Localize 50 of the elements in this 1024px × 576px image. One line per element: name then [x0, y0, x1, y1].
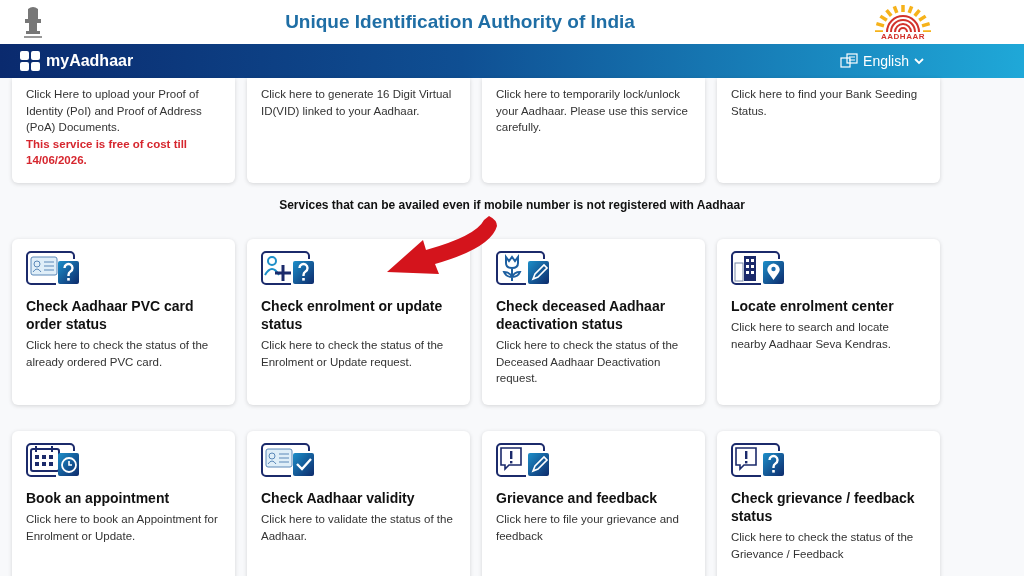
card-description: Click here to generate 16 Digit Virtual ID(VID) linked to your Aadhaar. — [261, 87, 453, 119]
speech-bubble-pencil-icon — [496, 443, 550, 477]
language-selector[interactable]: English — [840, 53, 924, 69]
card-title: Check deceased Aadhaar deactivation status — [496, 297, 667, 333]
card-description: Click here to book an Appointment for Enrolment or Update. — [26, 512, 219, 544]
section-heading: Services that can be availed even if mobile number is not registered with Aadhaar — [278, 198, 746, 212]
chevron-down-icon — [914, 57, 924, 65]
service-card[interactable]: Check Aadhaar PVC card order status Click here to check the status of the already ordered PVC card. — [12, 239, 235, 405]
card-description: Click here to check the status of the Deceased Aadhaar Deactivation request. — [496, 338, 680, 386]
logo-text: AADHAAR — [881, 31, 925, 41]
card-description: Click here to check the status of the Enrolment or Update request. — [261, 338, 445, 370]
id-card-check-icon — [261, 443, 315, 477]
person-plus-question-icon — [261, 251, 315, 285]
service-card[interactable]: Locate enrolment center Click here to search and locate nearby Aadhaar Seva Kendras. — [717, 239, 940, 405]
service-card[interactable]: Click here to find your Bank Seeding Status. — [717, 78, 940, 183]
card-title: Grievance and feedback — [496, 489, 659, 507]
grid-icon[interactable] — [20, 51, 40, 71]
translate-icon — [840, 53, 859, 69]
free-service-note: This service is free of cost till 14/06/2026. — [26, 136, 189, 168]
card-title: Check Aadhaar validity — [261, 489, 416, 507]
brand-name[interactable]: myAadhaar — [46, 52, 134, 70]
service-card[interactable]: Click here to temporarily lock/unlock your Aadhaar. Please use this service carefully. — [482, 78, 705, 183]
speech-bubble-question-icon — [731, 443, 785, 477]
id-card-question-icon — [26, 251, 80, 285]
service-card[interactable]: Check deceased Aadhaar deactivation status Click here to check the status of the Deceased Aadhaar Deactivation request. — [482, 239, 705, 405]
service-card[interactable]: Click Here to upload your Proof of Identity (PoI) and Proof of Address (PoA) Documents. This service is free of cost till 14/06/2026. — [12, 78, 235, 183]
service-card[interactable]: Click here to generate 16 Digit Virtual ID(VID) linked to your Aadhaar. — [247, 78, 470, 183]
sun-fingerprint-icon — [874, 3, 932, 32]
service-card[interactable]: Check enrolment or update status Click here to check the status of the Enrolment or Update request. — [247, 239, 470, 405]
card-title: Locate enrolment center — [731, 297, 895, 315]
flower-pencil-icon — [496, 251, 550, 285]
service-card[interactable]: Book an appointment Click here to book an Appointment for Enrolment or Update. — [12, 431, 235, 576]
card-description: Click here to file your grievance and feedback — [496, 512, 680, 544]
service-card[interactable]: Check grievance / feedback status Click here to check the status of the Grievance / Feedback — [717, 431, 940, 576]
card-description: Click here to validate the status of the Aadhaar. — [261, 512, 454, 544]
card-description: Click here to check the status of the Grievance / Feedback — [731, 530, 915, 562]
page-title: Unique Identification Authority of India — [285, 11, 635, 33]
service-card[interactable]: Check Aadhaar validity Click here to validate the status of the Aadhaar. — [247, 431, 470, 576]
card-title: Check grievance / feedback status — [731, 489, 916, 525]
card-title: Check Aadhaar PVC card order status — [26, 297, 195, 333]
building-pin-icon — [731, 251, 785, 285]
card-description: Click here to temporarily lock/unlock your Aadhaar. Please use this service carefully. — [496, 87, 689, 135]
calendar-clock-icon — [26, 443, 80, 477]
card-description: Click Here to upload your Proof of Identity (PoI) and Proof of Address (PoA) Documents. — [26, 87, 203, 135]
card-description: Click here to find your Bank Seeding Status. — [731, 87, 919, 119]
card-description: Click here to check the status of the already ordered PVC card. — [26, 338, 210, 370]
service-card[interactable]: Grievance and feedback Click here to file your grievance and feedback — [482, 431, 705, 576]
card-title: Book an appointment — [26, 489, 171, 507]
card-description: Click here to search and locate nearby Aadhaar Seva Kendras. — [731, 320, 892, 352]
card-title: Check enrolment or update status — [261, 297, 444, 333]
